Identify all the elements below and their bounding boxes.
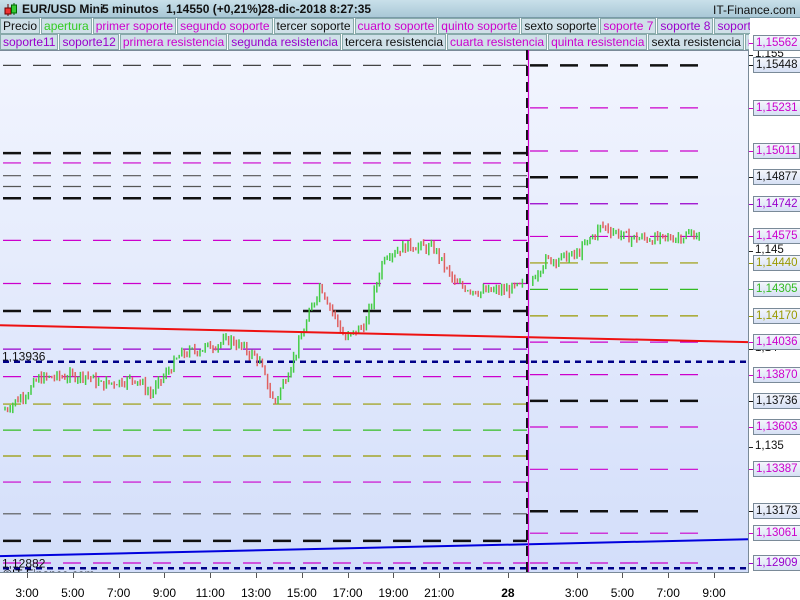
time-tick	[256, 573, 257, 578]
level-price-label: 1,14877	[753, 169, 800, 186]
level-price-label: 1,13870	[753, 366, 800, 383]
time-label: 15:00	[286, 586, 317, 600]
time-label: 13:00	[240, 586, 272, 600]
level-price-label: 1,13061	[753, 525, 800, 542]
level-price-label: 1,14305	[753, 281, 800, 298]
level-price-label: 1,14170	[753, 307, 800, 324]
time-tick	[507, 573, 509, 578]
time-label: 5:00	[610, 586, 635, 600]
time-tick	[164, 573, 166, 578]
time-label: 9:00	[152, 586, 177, 600]
time-tick	[714, 573, 715, 578]
level-price-label: 1,14440	[753, 254, 800, 271]
price-axis[interactable]: 1,1551,1451,141,1351,155621,154481,15231…	[749, 34, 800, 600]
level-price-label: 1,15231	[753, 99, 800, 116]
level-price-label: 1,14036	[753, 334, 800, 351]
time-tick	[72, 573, 74, 578]
time-label: 5:00	[61, 586, 85, 600]
time-tick	[27, 573, 28, 578]
level-price-label: 1,13603	[753, 418, 800, 435]
level-price-label: 1,13387	[753, 461, 800, 478]
price-chart[interactable]: 1,139361,12882	[0, 0, 749, 600]
time-tick	[347, 573, 349, 578]
level-price-label: 1,13736	[753, 392, 800, 409]
level-price-label: 1,15011	[753, 142, 800, 159]
time-label: 17:00	[332, 586, 363, 600]
level-price-label: 1,15448	[753, 57, 800, 74]
level-value-label: 1,13936	[2, 350, 46, 364]
time-tick	[439, 573, 441, 578]
time-label: 11:00	[195, 586, 225, 600]
level-price-label: 1,15562	[753, 35, 800, 51]
time-axis[interactable]: 3:00 5:00 7:00 9:00 11:00 13:00 15:00 17:00 19:0…	[0, 572, 749, 600]
time-label: 9:00	[702, 586, 726, 600]
time-label: 28	[501, 586, 515, 600]
time-tick	[393, 573, 395, 578]
price-tick	[749, 55, 753, 57]
price-tick	[749, 447, 753, 449]
time-tick	[301, 573, 303, 578]
price-tick	[749, 251, 753, 253]
time-tick	[118, 573, 120, 578]
level-price-label: 1,13173	[753, 503, 800, 520]
time-label: 7:00	[656, 586, 680, 600]
time-tick	[210, 573, 212, 578]
time-tick	[622, 573, 624, 578]
time-label: 3:00	[564, 586, 589, 600]
price-tick-label: 1,135	[755, 440, 784, 453]
time-label: 3:00	[15, 586, 39, 600]
time-tick	[576, 573, 578, 578]
time-label: 21:00	[424, 586, 455, 600]
trend-line	[0, 324, 749, 344]
time-label: 7:00	[106, 586, 131, 600]
time-label: 19:00	[378, 586, 409, 600]
level-price-label: 1,14742	[753, 195, 800, 212]
time-tick	[668, 573, 670, 578]
level-price-label: 1,14575	[753, 228, 800, 245]
level-price-label: 1,12909	[753, 555, 800, 571]
